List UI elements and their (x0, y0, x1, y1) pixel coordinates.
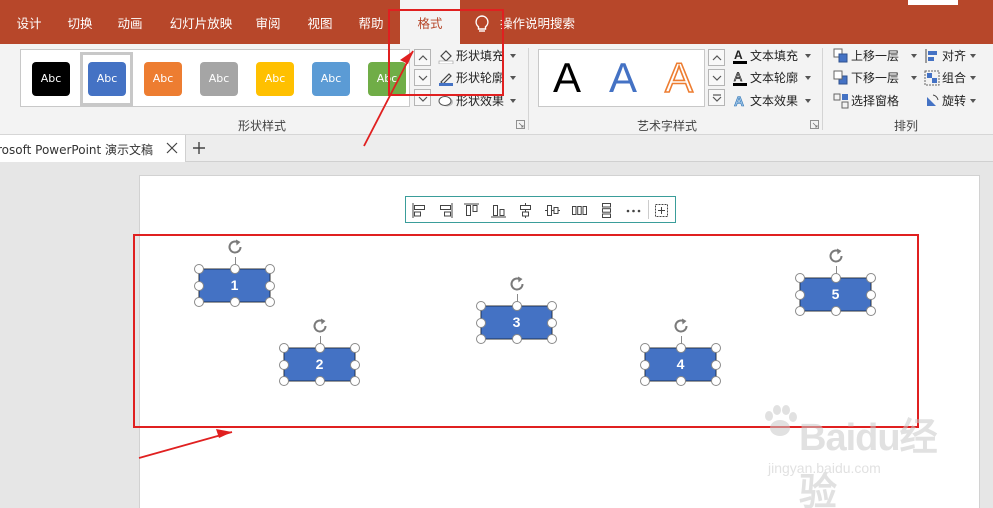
annotation-arrow-to-shapes (138, 431, 233, 459)
annotation-arrow-to-tab (363, 50, 414, 147)
paw-logo-icon (765, 405, 797, 436)
arrow-head-icon (400, 51, 413, 64)
watermark-brand: Baidu经验 (799, 417, 938, 508)
watermark-url: jingyan.baidu.com (768, 460, 881, 476)
baidu-jingyan-watermark: Baidu经验 jingyan.baidu.com (760, 398, 940, 508)
